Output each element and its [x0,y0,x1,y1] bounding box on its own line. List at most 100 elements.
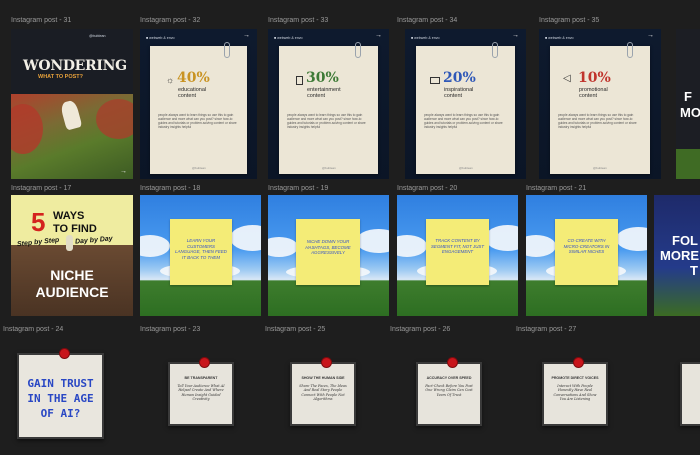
walking-figure [66,235,73,251]
monitor-icon [430,77,440,84]
instagram-post-24[interactable]: GAIN TRUST IN THE AGE OF AI? [17,349,104,439]
sticky-note: CO-CREATE WITH MICRO-CREATORS IN SIMILAR… [555,219,618,285]
instagram-post-20[interactable]: TRACK CONTENT BY SEGMENT FIT, NOT JUST E… [397,195,518,316]
category-icon: ☼ [166,75,175,85]
instagram-post-26[interactable]: ACCURACY OVER SPEED Fact-Check Before Yo… [416,358,482,426]
card-heading: SHOW THE HUMAN SIDE [301,376,345,380]
cloud [526,235,556,257]
instagram-post-17[interactable]: 5 WAYS TO FIND Step by Step Day by Day N… [11,195,133,316]
ways-label: WAYS [53,210,85,222]
body-text: people always want to learn things so us… [287,113,366,129]
arrow-right-icon: → [375,32,382,39]
sticky-note: LEARN YOUR CUSTOMERS LANGUAGE, THEN FEED… [170,219,232,285]
card-body: Tell Your Audience What AI Helped Create… [177,384,225,401]
to-find-label: TO FIND [53,223,97,235]
post-title: WONDERING [23,58,127,74]
card-body: Share The Faces, The Ideas And Real Stor… [299,384,347,401]
percentage: 10% [578,70,611,86]
instagram-post-33[interactable]: ■ webweb & envo → 30% entertainment cont… [268,29,389,179]
frame-label[interactable]: Instagram post - 25 [265,326,325,333]
card-body: Interact With People Honestly Have Real … [553,384,597,401]
note-text: LEARN YOUR CUSTOMERS LANGUAGE, THEN FEED… [175,238,227,260]
instagram-post-31[interactable]: WONDERING WHAT TO POST? @bublean → [11,29,133,179]
percentage: 30% [306,70,339,86]
cloud [140,235,170,257]
handle: @bublean [593,166,607,170]
instagram-post-32[interactable]: ■ webweb & envo → ☼ 40% educational cont… [140,29,257,179]
cloud [616,227,647,251]
instagram-post-25[interactable]: SHOW THE HUMAN SIDE Share The Faces, The… [290,358,356,426]
flower-bush [96,99,133,139]
grass [676,149,700,179]
instagram-post-edge[interactable] [680,362,700,426]
frame-label[interactable]: Instagram post - 34 [397,17,457,24]
megaphone-icon: ◁ [563,73,571,84]
paper-note: ☼ 40% educational content people always … [150,42,247,174]
note-text: CO-CREATE WITH MICRO-CREATORS IN SIMILAR… [563,238,610,254]
instagram-post-21[interactable]: CO-CREATE WITH MICRO-CREATORS IN SIMILAR… [526,195,647,316]
instagram-post-34[interactable]: ■ webweb & envo → 20% inspirational cont… [405,29,526,179]
pushpin-icon [448,358,457,367]
instagram-post-edge[interactable]: F MO [676,29,700,179]
sticky-note: TRACK CONTENT BY SEGMENT FIT, NOT JUST E… [426,219,489,285]
post-subtitle: WHAT TO POST? [38,74,84,80]
note-text: NICHE DOWN YOUR HASHTAGS, BECOME AGGRESS… [305,239,351,255]
cloud [397,235,427,257]
pushpin-icon [60,349,69,358]
frame-label[interactable]: Instagram post - 26 [390,326,450,333]
card-body: Fact-Check Before You Post One Wrong Cla… [425,384,473,397]
card-heading: ACCURACY OVER SPEED [426,376,472,380]
frame-label[interactable]: Instagram post - 23 [140,326,200,333]
instagram-post-27[interactable]: PROMOTE DIRECT VOICES Interact With Peop… [542,358,608,426]
body-text: people always want to learn things so us… [158,113,237,129]
cloud [230,225,261,251]
frame-label[interactable]: Instagram post - 31 [11,17,71,24]
body-text: people always want to learn things so us… [558,113,637,129]
instagram-post-18[interactable]: LEARN YOUR CUSTOMERS LANGUAGE, THEN FEED… [140,195,261,316]
arrow-right-icon: → [120,168,127,175]
frame-label[interactable]: Instagram post - 18 [140,185,200,192]
card-title: GAIN TRUST [27,377,94,390]
paper-note: 20% inspirational content people always … [416,42,515,174]
frame-label[interactable]: Instagram post - 27 [516,326,576,333]
frame-label[interactable]: Instagram post - 19 [268,185,328,192]
frame-label[interactable]: Instagram post - 32 [140,17,200,24]
category-label: content [178,93,197,99]
pushpin-icon [322,358,331,367]
edge-text: MO [680,105,700,120]
content-tag: ■ webweb & envo [146,36,175,40]
paperclip-icon [224,42,230,58]
arrow-right-icon: → [647,32,654,39]
film-icon [296,76,303,85]
frame-label[interactable]: Instagram post - 20 [397,185,457,192]
paper-note: 30% entertainment content people always … [279,42,378,174]
frame-label[interactable]: Instagram post - 17 [11,185,71,192]
category-label: content [307,93,326,99]
frame-label[interactable]: Instagram post - 21 [526,185,586,192]
frame-label[interactable]: Instagram post - 33 [268,17,328,24]
instagram-post-edge[interactable]: FOL MORE T [654,195,700,316]
paper-note: ◁ 10% promotional content people always … [550,42,650,174]
audience-label: AUDIENCE [35,284,109,300]
content-tag: ■ webweb & envo [411,36,440,40]
sticky-note: NICHE DOWN YOUR HASHTAGS, BECOME AGGRESS… [296,219,360,285]
paperclip-icon [492,42,498,58]
cloud [356,229,389,253]
pushpin-icon [200,358,209,367]
card-title: OF AI? [40,407,81,420]
paperclip-icon [355,42,361,58]
edge-text: F [684,89,692,104]
arrow-right-icon: → [512,32,519,39]
instagram-post-23[interactable]: BE TRANSPARENT Tell Your Audience What A… [168,358,234,426]
handle: @bublean [192,166,206,170]
arrow-right-icon: → [243,32,250,39]
percentage: 20% [443,70,476,86]
frame-label[interactable]: Instagram post - 24 [3,326,63,333]
cloud [485,225,518,251]
instagram-post-19[interactable]: NICHE DOWN YOUR HASHTAGS, BECOME AGGRESS… [268,195,389,316]
cloud [268,237,298,257]
frame-label[interactable]: Instagram post - 35 [539,17,599,24]
instagram-post-35[interactable]: ■ webweb & envo → ◁ 10% promotional cont… [539,29,661,179]
card-title: IN THE AGE [27,392,94,405]
edge-text: FOL [672,233,698,248]
